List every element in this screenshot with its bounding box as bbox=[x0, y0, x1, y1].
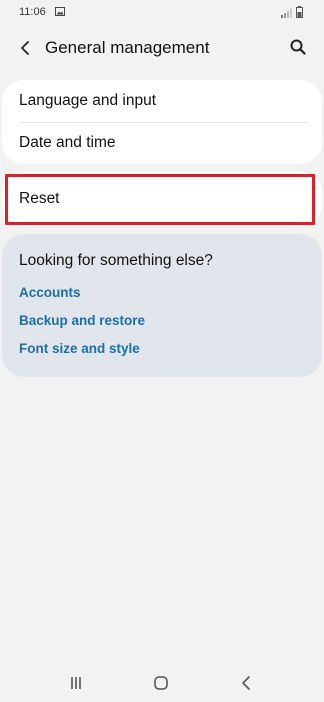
highlight-box bbox=[5, 174, 315, 225]
home-icon[interactable] bbox=[151, 673, 171, 693]
accounts-link[interactable]: Accounts bbox=[19, 285, 81, 300]
suggestions-card: Looking for something else? Accounts Bac… bbox=[2, 234, 322, 377]
signal-icon bbox=[281, 8, 292, 18]
recent-apps-icon[interactable] bbox=[66, 674, 86, 692]
search-button[interactable] bbox=[286, 35, 310, 59]
status-time: 11:06 bbox=[19, 6, 46, 18]
suggestions-title: Looking for something else? bbox=[19, 252, 213, 269]
language-and-input-item[interactable]: Language and input bbox=[2, 80, 322, 122]
list-item-label: Date and time bbox=[19, 134, 116, 151]
page-title: General management bbox=[45, 38, 210, 57]
gallery-icon bbox=[55, 7, 65, 16]
font-size-and-style-link[interactable]: Font size and style bbox=[19, 341, 140, 356]
navigation-bar bbox=[0, 664, 324, 702]
status-bar: 11:06 bbox=[0, 0, 324, 26]
settings-card: Language and input Date and time bbox=[2, 80, 322, 164]
back-icon[interactable] bbox=[236, 673, 256, 693]
back-button[interactable] bbox=[13, 36, 37, 60]
search-icon bbox=[290, 39, 306, 55]
list-item-label: Language and input bbox=[19, 92, 157, 109]
back-arrow-icon bbox=[21, 41, 29, 55]
app-header: General management bbox=[0, 26, 324, 70]
battery-icon bbox=[296, 6, 303, 18]
backup-and-restore-link[interactable]: Backup and restore bbox=[19, 313, 145, 328]
date-and-time-item[interactable]: Date and time bbox=[2, 122, 322, 164]
